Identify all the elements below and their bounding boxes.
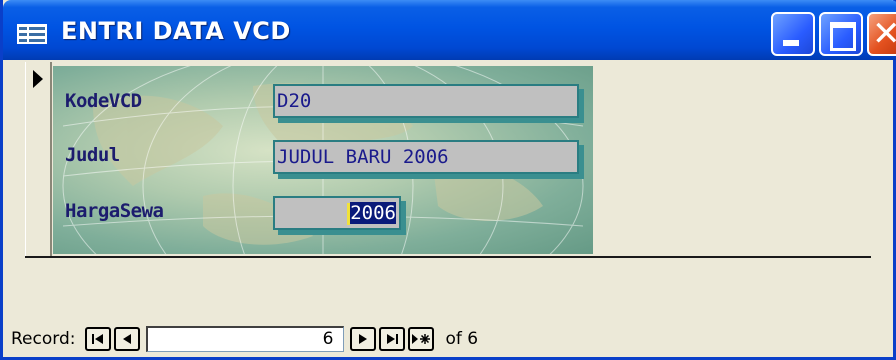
form-icon bbox=[17, 24, 47, 44]
first-record-icon bbox=[92, 334, 104, 344]
last-record-icon bbox=[387, 334, 399, 344]
new-record-icon bbox=[412, 334, 431, 344]
new-record-button[interactable] bbox=[408, 327, 435, 351]
judul-field[interactable]: JUDUL BARU 2006 bbox=[273, 140, 579, 174]
maximize-button[interactable] bbox=[819, 12, 863, 56]
minimize-button[interactable] bbox=[771, 12, 815, 56]
hargasewa-field[interactable]: 2006 bbox=[273, 196, 401, 230]
hargasewa-selected-value: 2006 bbox=[350, 202, 396, 224]
current-record-input[interactable]: 6 bbox=[146, 326, 345, 352]
next-record-icon bbox=[359, 334, 368, 344]
form-window: ENTRI DATA VCD ✕ KodeVCD D20 Judul JUDUL… bbox=[0, 0, 896, 360]
title-bar[interactable]: ENTRI DATA VCD ✕ bbox=[3, 0, 896, 60]
kodevcd-field[interactable]: D20 bbox=[273, 84, 579, 118]
label-kodevcd: KodeVCD bbox=[65, 90, 142, 112]
record-selector[interactable] bbox=[25, 62, 52, 256]
label-hargasewa: HargaSewa bbox=[65, 200, 164, 222]
close-button[interactable]: ✕ bbox=[867, 12, 896, 56]
close-icon: ✕ bbox=[872, 14, 896, 54]
form-detail-section: KodeVCD D20 Judul JUDUL BARU 2006 HargaS… bbox=[53, 66, 593, 254]
first-record-button[interactable] bbox=[85, 327, 112, 351]
record-count: of 6 bbox=[445, 329, 479, 349]
form-detail-divider bbox=[25, 256, 871, 258]
last-record-button[interactable] bbox=[379, 327, 406, 351]
record-label: Record: bbox=[11, 329, 76, 349]
previous-record-button[interactable] bbox=[114, 327, 141, 351]
current-record-arrow-icon bbox=[33, 70, 43, 88]
record-navigation-bar: Record: 6 of 6 bbox=[11, 324, 478, 354]
next-record-button[interactable] bbox=[350, 327, 377, 351]
window-title: ENTRI DATA VCD bbox=[61, 17, 291, 45]
previous-record-icon bbox=[123, 334, 132, 344]
label-judul: Judul bbox=[65, 144, 120, 166]
